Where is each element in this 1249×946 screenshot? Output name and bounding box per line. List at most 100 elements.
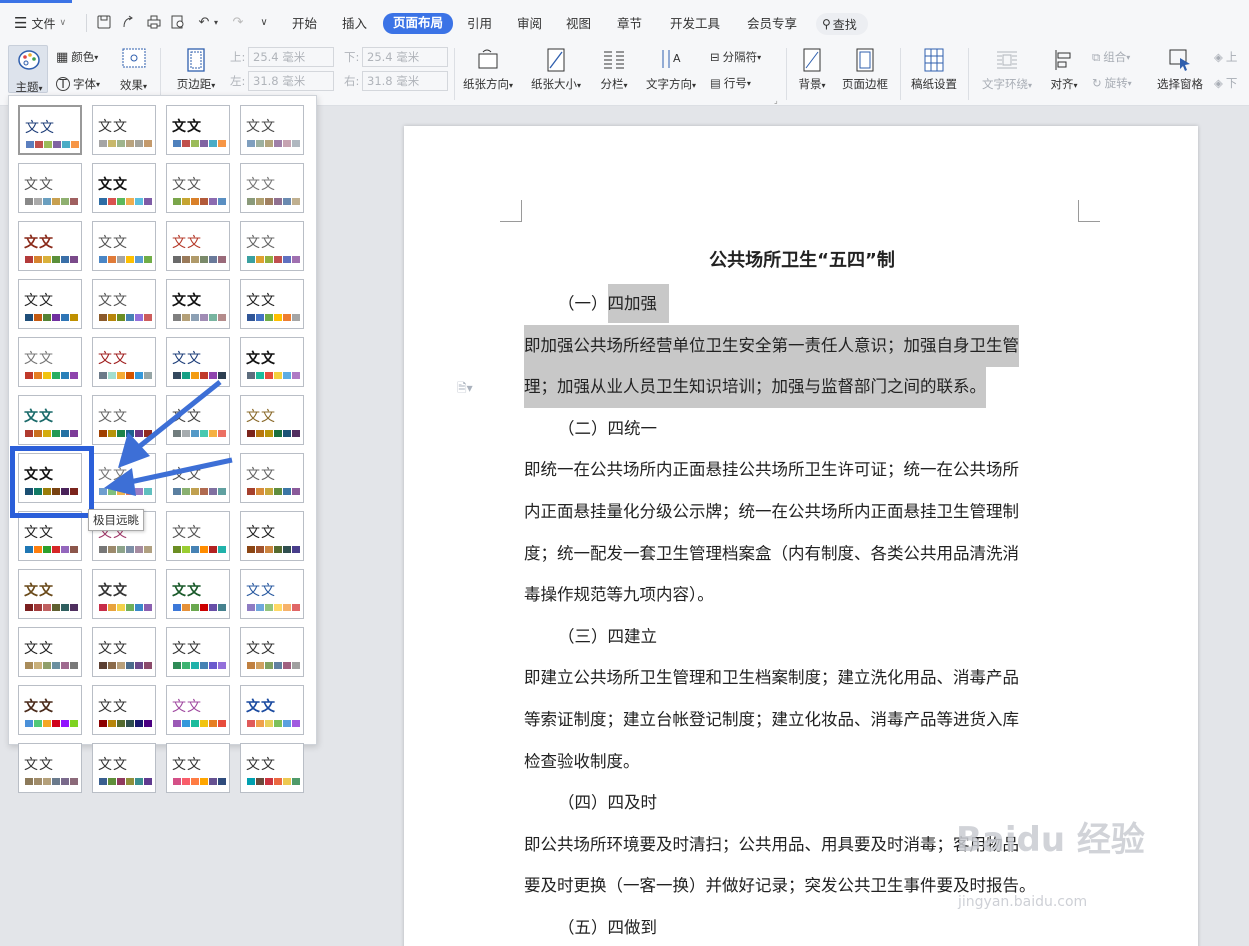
orientation-button[interactable]: 纸张方向▾ bbox=[460, 48, 516, 92]
theme-option[interactable]: 文文 bbox=[92, 685, 156, 735]
theme-option[interactable]: 文文 bbox=[240, 453, 304, 503]
align-button[interactable]: 对齐▾ bbox=[1046, 48, 1082, 92]
theme-option[interactable]: 文文 bbox=[166, 163, 230, 213]
effect-icon-box[interactable] bbox=[122, 48, 146, 71]
file-menu[interactable]: ☰ 文件 ∨ bbox=[14, 13, 66, 33]
theme-option[interactable]: 文文 bbox=[92, 569, 156, 619]
theme-option[interactable]: 文文 bbox=[18, 163, 82, 213]
undo-dropdown-icon[interactable]: ▾ bbox=[212, 14, 220, 30]
text-direction-button[interactable]: A 文字方向▾ bbox=[642, 48, 700, 92]
tab-start[interactable]: 开始 bbox=[292, 14, 317, 34]
theme-option[interactable]: 文文 bbox=[18, 743, 82, 793]
theme-option[interactable]: 文文 bbox=[240, 569, 304, 619]
color-swatch bbox=[34, 198, 42, 205]
theme-option[interactable]: 文文 bbox=[18, 279, 82, 329]
wrap-button[interactable]: 文字环绕▾ bbox=[978, 48, 1036, 92]
theme-option[interactable]: 文文 bbox=[18, 511, 82, 561]
undo-icon[interactable]: ↶ bbox=[196, 14, 212, 30]
theme-option[interactable]: 文文 bbox=[166, 743, 230, 793]
color-swatch bbox=[182, 198, 190, 205]
effect-button[interactable]: 效果▾ bbox=[120, 77, 147, 93]
size-button[interactable]: 纸张大小▾ bbox=[528, 48, 584, 92]
move-up-button[interactable]: ◈ 上 bbox=[1214, 49, 1237, 65]
line-numbers-button[interactable]: ▤ 行号 ▾ bbox=[710, 75, 751, 91]
theme-option[interactable]: 文文 bbox=[240, 279, 304, 329]
theme-option[interactable]: 文文 bbox=[166, 395, 230, 445]
theme-option[interactable]: 文文 bbox=[92, 337, 156, 387]
theme-option[interactable]: 文文 bbox=[18, 221, 82, 271]
paragraph-handle-icon[interactable]: 🗎▾ bbox=[457, 379, 473, 400]
theme-option[interactable]: 文文 bbox=[240, 105, 304, 155]
rotate-button[interactable]: ↻ 旋转 ▾ bbox=[1092, 75, 1132, 91]
theme-option[interactable]: 文文 bbox=[92, 163, 156, 213]
dialog-launcher-icon[interactable]: ⌟ bbox=[774, 96, 778, 105]
theme-option[interactable]: 文文 bbox=[166, 569, 230, 619]
color-button[interactable]: ▦ 颜色 ▾ bbox=[56, 49, 98, 65]
left-margin-input[interactable]: 31.8 毫米 bbox=[248, 71, 334, 91]
tab-view[interactable]: 视图 bbox=[566, 14, 591, 34]
export-pdf-icon[interactable] bbox=[120, 14, 136, 30]
theme-option[interactable]: 文文 bbox=[240, 627, 304, 677]
tab-insert[interactable]: 插入 bbox=[342, 14, 367, 34]
margins-button[interactable]: 页边距▾ bbox=[174, 48, 218, 92]
bottom-margin-input[interactable]: 25.4 毫米 bbox=[362, 47, 448, 67]
tab-member[interactable]: 会员专享 bbox=[747, 14, 797, 34]
tab-references[interactable]: 引用 bbox=[467, 14, 492, 34]
background-button[interactable]: 背景▾ bbox=[794, 48, 830, 92]
theme-option[interactable]: 文文 bbox=[92, 627, 156, 677]
font-button[interactable]: T 字体 ▾ bbox=[56, 76, 100, 92]
theme-option[interactable]: 文文 bbox=[92, 221, 156, 271]
top-margin-input[interactable]: 25.4 毫米 bbox=[248, 47, 334, 67]
theme-option[interactable]: 文文 bbox=[18, 337, 82, 387]
theme-option[interactable]: 文文 bbox=[92, 279, 156, 329]
separator-button[interactable]: ⊟ 分隔符 ▾ bbox=[710, 49, 761, 65]
theme-option[interactable]: 文文 bbox=[166, 685, 230, 735]
theme-option[interactable]: 文文 bbox=[240, 337, 304, 387]
theme-option[interactable]: 文文 bbox=[18, 569, 82, 619]
color-swatch bbox=[108, 198, 116, 205]
color-swatch bbox=[274, 546, 282, 553]
theme-option[interactable]: 文文 bbox=[92, 395, 156, 445]
theme-option[interactable]: 文文 bbox=[92, 453, 156, 503]
redo-icon[interactable]: ↷ bbox=[230, 14, 246, 30]
theme-button[interactable]: 主题▾ bbox=[12, 49, 46, 95]
theme-option[interactable]: 文文 bbox=[240, 221, 304, 271]
manuscript-button[interactable]: 稿纸设置 bbox=[908, 48, 960, 92]
right-margin-input[interactable]: 31.8 毫米 bbox=[362, 71, 448, 91]
theme-option[interactable]: 文文 bbox=[166, 453, 230, 503]
theme-option[interactable]: 文文 bbox=[240, 395, 304, 445]
theme-option[interactable]: 文文 bbox=[18, 627, 82, 677]
theme-option[interactable]: 文文 bbox=[166, 279, 230, 329]
tab-page-layout[interactable]: 页面布局 bbox=[383, 13, 454, 34]
print-preview-icon[interactable] bbox=[170, 14, 186, 30]
theme-option[interactable]: 文文 bbox=[166, 221, 230, 271]
customize-toolbar-icon[interactable]: ∨ bbox=[256, 14, 272, 30]
move-down-button[interactable]: ◈ 下 bbox=[1214, 75, 1237, 91]
tab-review[interactable]: 审阅 bbox=[517, 14, 542, 34]
theme-option[interactable]: 文文 bbox=[240, 511, 304, 561]
tab-developer[interactable]: 开发工具 bbox=[670, 14, 720, 34]
color-swatch bbox=[43, 430, 51, 437]
theme-option[interactable]: 文文 bbox=[18, 105, 82, 155]
theme-option[interactable]: 文文 bbox=[166, 337, 230, 387]
print-icon[interactable] bbox=[146, 14, 162, 30]
theme-color-swatches bbox=[247, 314, 300, 321]
page-border-button[interactable]: 页面边框 bbox=[838, 48, 892, 92]
theme-option[interactable]: 文文 bbox=[240, 685, 304, 735]
theme-option[interactable]: 文文 bbox=[166, 105, 230, 155]
tab-section[interactable]: 章节 bbox=[617, 14, 642, 34]
theme-option[interactable]: 文文 bbox=[166, 511, 230, 561]
theme-option[interactable]: 文文 bbox=[92, 743, 156, 793]
theme-option[interactable]: 文文 bbox=[240, 163, 304, 213]
theme-option[interactable]: 文文 bbox=[240, 743, 304, 793]
group-button[interactable]: ⧉ 组合 ▾ bbox=[1092, 49, 1130, 65]
select-pane-button[interactable]: 选择窗格 bbox=[1154, 48, 1206, 92]
theme-option[interactable]: 文文 bbox=[92, 105, 156, 155]
save-icon[interactable] bbox=[96, 14, 112, 30]
columns-button[interactable]: 分栏▾ bbox=[596, 48, 632, 92]
color-swatch bbox=[26, 141, 34, 148]
theme-option[interactable]: 文文 bbox=[18, 685, 82, 735]
search-button[interactable]: ⚲ 查找 bbox=[816, 13, 868, 35]
theme-option[interactable]: 文文 bbox=[18, 395, 82, 445]
theme-option[interactable]: 文文 bbox=[166, 627, 230, 677]
